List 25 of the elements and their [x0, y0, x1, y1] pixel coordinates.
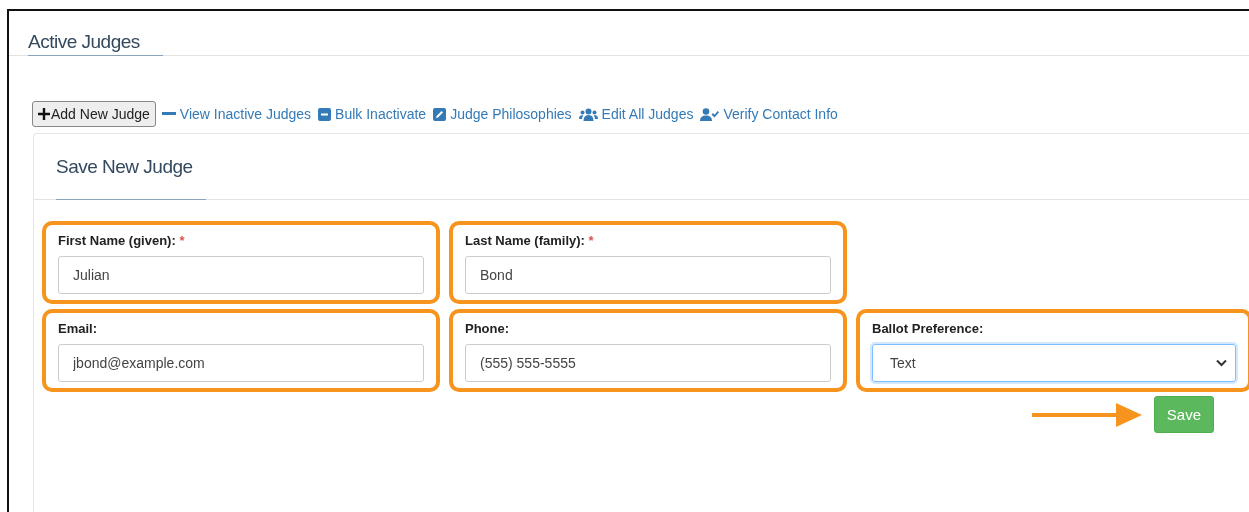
card-title: Save New Judge	[56, 156, 193, 177]
input-field[interactable]: jbond@example.com	[58, 344, 424, 382]
dash-icon	[161, 112, 176, 116]
add-judge-button[interactable]: Add New Judge	[32, 101, 156, 127]
toolbar-link[interactable]: Bulk Inactivate	[318, 106, 427, 122]
field-label: Last Name (family): *	[465, 233, 595, 248]
plus-icon	[38, 108, 50, 120]
toolbar-link[interactable]: Verify Contact Info	[700, 106, 838, 122]
toolbar-link[interactable]: Judge Philosophies	[433, 106, 572, 122]
field-label: Phone:	[465, 321, 511, 336]
input-field[interactable]: Julian	[58, 256, 424, 294]
toolbar-link[interactable]: Edit All Judges	[578, 106, 694, 122]
page-title: Active Judges	[28, 31, 140, 53]
input-field[interactable]: Bond	[465, 256, 831, 294]
users-icon	[578, 107, 598, 121]
field-label: First Name (given): *	[58, 233, 186, 248]
minus-square-icon	[318, 107, 332, 121]
chevron-down-icon	[1216, 359, 1227, 367]
field-label: Ballot Preference:	[872, 321, 985, 336]
pencil-square-icon	[433, 107, 447, 121]
input-field[interactable]: (555) 555-5555	[465, 344, 831, 382]
dropdown-field[interactable]: Text	[872, 344, 1236, 382]
field-label: Email:	[58, 321, 98, 336]
toolbar-link[interactable]: View Inactive Judges	[161, 106, 312, 122]
user-check-icon	[700, 107, 720, 121]
